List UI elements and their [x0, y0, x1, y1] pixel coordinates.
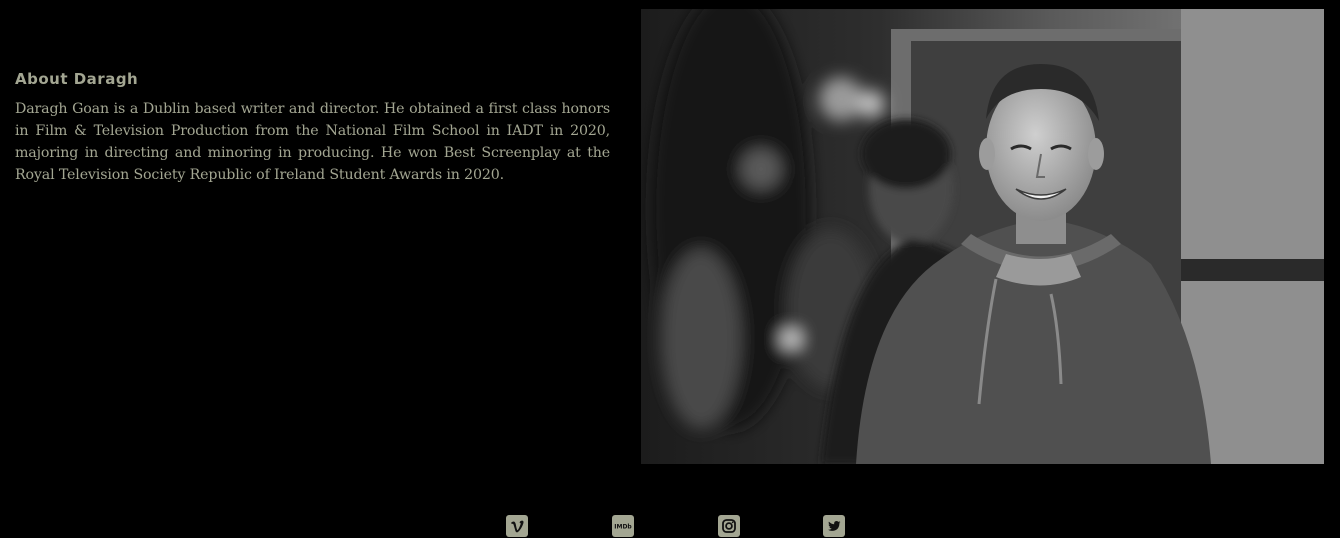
about-heading: About Daragh [15, 70, 139, 88]
instagram-link[interactable] [718, 515, 740, 537]
social-links: IMDb [0, 515, 1340, 537]
imdb-icon: IMDb [614, 524, 632, 531]
page: About Daragh Daragh Goan is a Dublin bas… [0, 0, 1340, 538]
imdb-icon-label: IMDb [614, 524, 632, 531]
imdb-link[interactable]: IMDb [612, 515, 634, 537]
twitter-link[interactable] [823, 515, 845, 537]
about-section: About Daragh Daragh Goan is a Dublin bas… [15, 68, 610, 186]
vimeo-link[interactable] [506, 515, 528, 537]
portrait-photo-image [641, 9, 1324, 464]
portrait-photo [641, 9, 1324, 464]
about-bio: Daragh Goan is a Dublin based writer and… [15, 101, 610, 183]
instagram-icon [722, 519, 736, 533]
twitter-icon [828, 521, 841, 531]
vimeo-icon [511, 520, 524, 533]
